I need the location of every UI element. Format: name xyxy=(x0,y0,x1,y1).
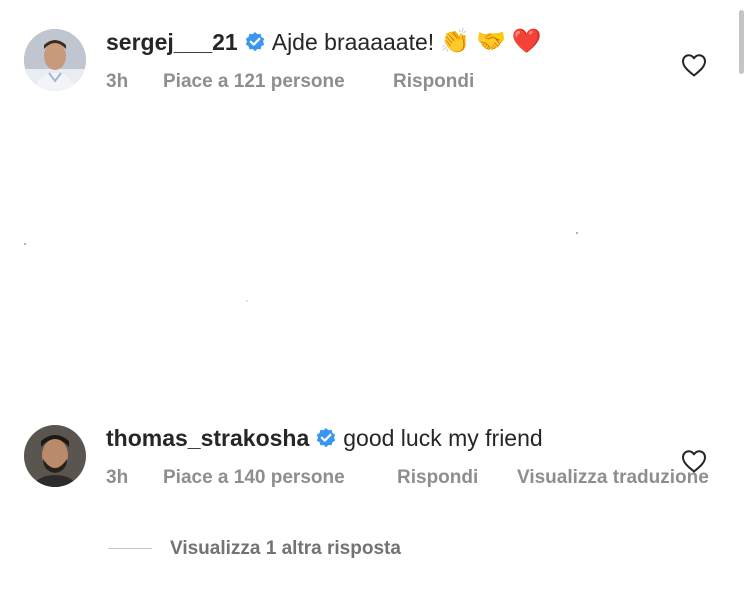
clapping-hands-emoji: 👏 xyxy=(440,28,471,55)
comment-header: sergej___21 Ajde braaaaate! 👏 🤝 ❤️ xyxy=(106,28,542,56)
verified-badge-icon xyxy=(244,31,266,53)
username[interactable]: sergej___21 xyxy=(106,28,238,56)
likes-count-link[interactable]: Piace a 121 persone xyxy=(163,70,345,94)
heart-outline-icon xyxy=(682,54,706,77)
reply-button[interactable]: Rispondi xyxy=(397,466,478,490)
image-artifact xyxy=(246,300,248,302)
likes-count-link[interactable]: Piace a 140 persone xyxy=(163,466,345,490)
comment-time: 3h xyxy=(106,71,129,92)
comment-text: Ajde braaaaate! xyxy=(271,29,435,55)
like-button[interactable] xyxy=(680,52,708,78)
reply-button[interactable]: Rispondi xyxy=(393,70,474,94)
red-heart-emoji: ❤️ xyxy=(511,28,542,55)
view-more-replies-link[interactable]: Visualizza 1 altra risposta xyxy=(170,537,401,561)
scrollbar[interactable] xyxy=(739,10,744,74)
comment-header: thomas_strakosha good luck my friend xyxy=(106,424,543,452)
verified-badge-icon xyxy=(315,427,337,449)
comment-text: good luck my friend xyxy=(343,425,543,451)
like-button[interactable] xyxy=(680,448,708,474)
avatar[interactable] xyxy=(24,29,86,91)
heart-outline-icon xyxy=(682,450,706,473)
image-artifact xyxy=(24,243,26,245)
comment-time: 3h xyxy=(106,467,129,488)
handshake-emoji: 🤝 xyxy=(476,28,506,55)
avatar[interactable] xyxy=(24,425,86,487)
image-artifact xyxy=(576,232,578,234)
username[interactable]: thomas_strakosha xyxy=(106,424,309,452)
replies-divider-line xyxy=(108,548,152,549)
